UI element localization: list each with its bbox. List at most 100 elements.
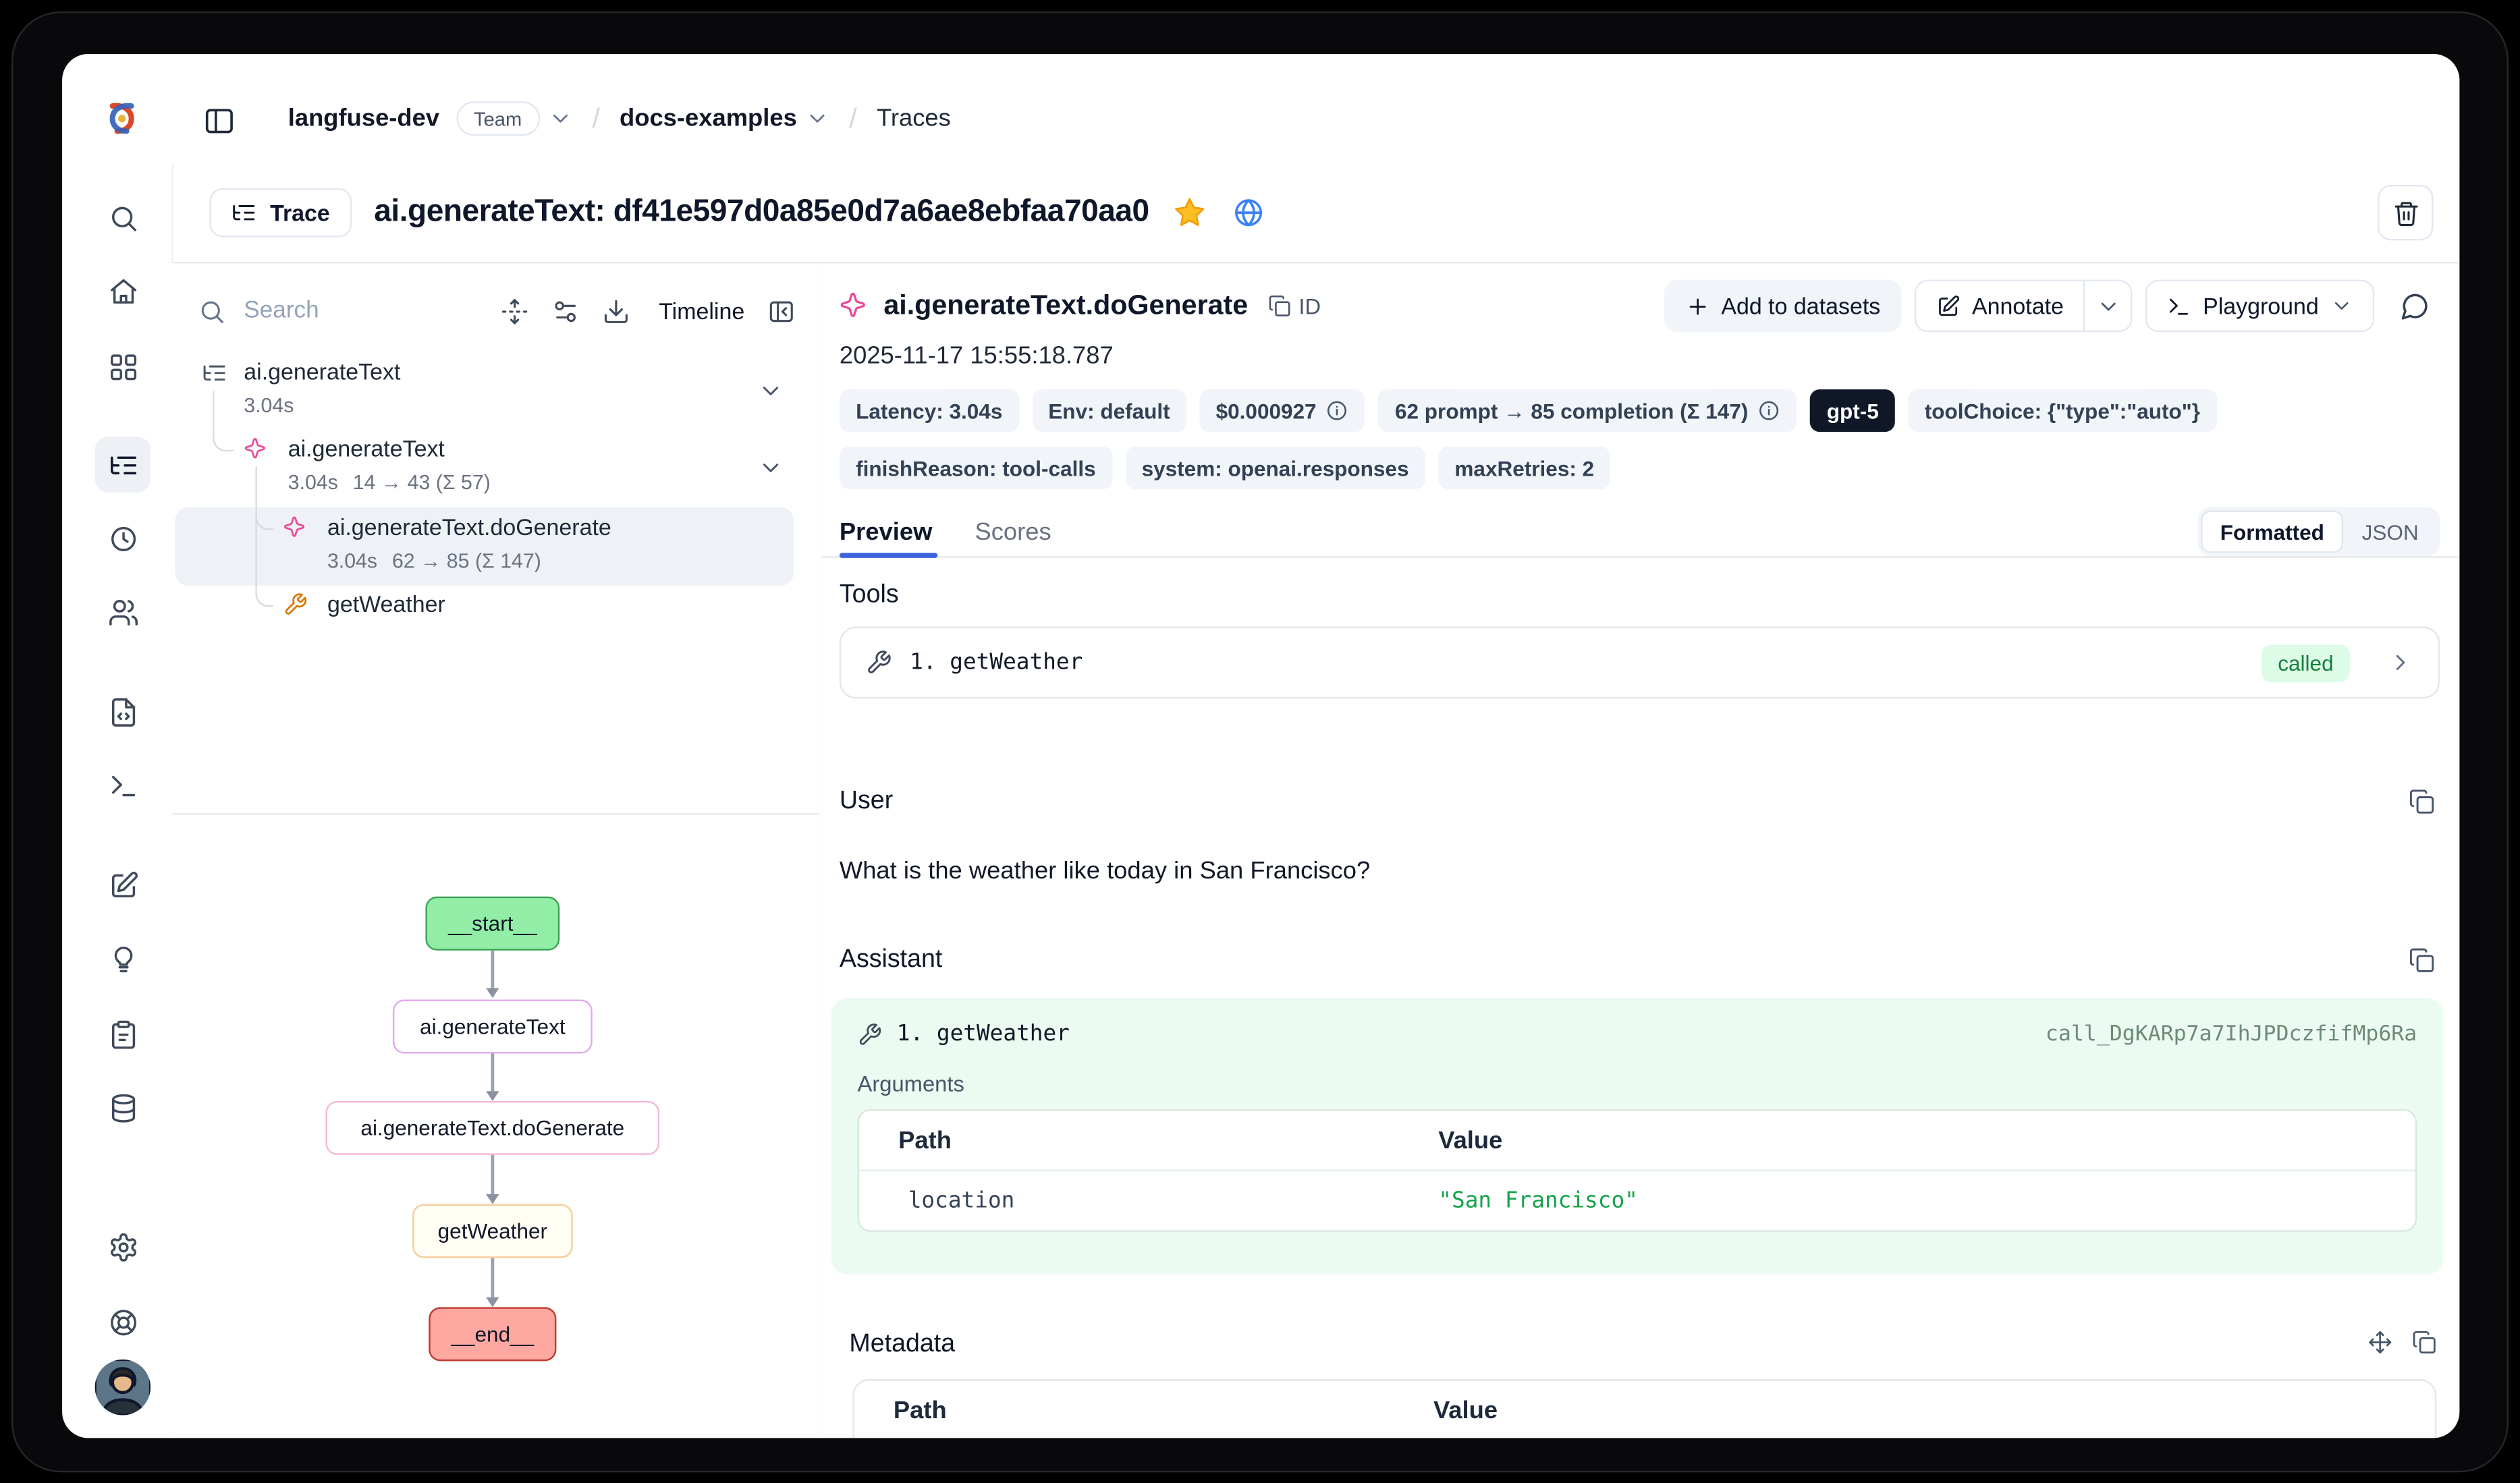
chat-bubble-icon <box>2398 290 2429 321</box>
screen: langfuse-dev Team / docs-examples / Trac… <box>0 0 2520 1483</box>
panel-close-icon <box>767 297 794 325</box>
tokens-badge: 62 prompt → 85 completion (Σ 147) <box>1379 389 1797 432</box>
tree-node-label[interactable]: ai.generateText <box>244 358 400 385</box>
tool-choice-badge: toolChoice: {"type":"auto"} <box>1908 389 2216 432</box>
add-to-datasets-button[interactable]: Add to datasets <box>1664 280 1901 333</box>
badge-row-1: Latency: 3.04s Env: default $0.000927 62… <box>840 389 2216 432</box>
delete-trace-button[interactable] <box>2378 185 2433 240</box>
graph-edge <box>491 1155 493 1194</box>
nav-dashboards-button[interactable] <box>95 339 150 394</box>
graph-node-get-weather[interactable]: getWeather <box>412 1204 573 1258</box>
observation-search-input[interactable] <box>240 296 482 326</box>
badge-row-2: finishReason: tool-calls system: openai.… <box>840 447 1611 489</box>
format-json-option[interactable]: JSON <box>2344 511 2436 553</box>
model-badge[interactable]: gpt-5 <box>1811 389 1896 432</box>
chevron-down-icon <box>758 378 784 404</box>
lightbulb-icon <box>107 943 138 974</box>
max-retries-badge: maxRetries: 2 <box>1438 447 1610 489</box>
format-formatted-option[interactable]: Formatted <box>2201 511 2344 553</box>
collapse-panel-button[interactable] <box>763 293 798 329</box>
graph-node-do-generate[interactable]: ai.generateText.doGenerate <box>326 1101 660 1155</box>
graph-node-generate-text[interactable]: ai.generateText <box>393 999 593 1053</box>
comments-button[interactable] <box>2388 280 2440 333</box>
chevron-down-icon[interactable] <box>805 107 829 131</box>
nav-support-button[interactable] <box>95 1294 150 1349</box>
list-tree-icon <box>107 449 138 480</box>
copy-metadata-button[interactable] <box>2412 1330 2436 1354</box>
nav-tracing-button[interactable] <box>95 437 150 492</box>
tool-wrench-icon <box>283 592 307 617</box>
assistant-tool-call-card: 1. getWeather call_DgKARp7a7IhJPDczfifMp… <box>831 998 2443 1275</box>
nav-users-button[interactable] <box>95 584 150 640</box>
langfuse-logo-icon[interactable] <box>100 96 144 140</box>
nav-datasets-button[interactable] <box>95 1080 150 1135</box>
copy-id-button[interactable]: ID <box>1267 293 1321 318</box>
public-globe-button[interactable] <box>1231 195 1267 231</box>
nav-settings-button[interactable] <box>95 1219 150 1274</box>
nav-home-button[interactable] <box>95 263 150 318</box>
collapse-node-button[interactable] <box>756 376 786 406</box>
collapse-node-button[interactable] <box>756 453 786 483</box>
breadcrumb-project[interactable]: langfuse-dev <box>288 105 439 132</box>
nav-annotation-queues-button[interactable] <box>95 1006 150 1061</box>
graph-node-end[interactable]: __end__ <box>429 1307 556 1361</box>
tree-node-label-selected[interactable]: ai.generateText.doGenerate <box>327 513 611 540</box>
tree-node-label[interactable]: getWeather <box>327 590 445 617</box>
column-path: Path <box>859 1126 1399 1154</box>
bookmark-star-button[interactable] <box>1172 195 1208 231</box>
generation-sparkle-icon <box>840 291 869 321</box>
panel-left-icon <box>203 105 236 137</box>
expand-all-button[interactable] <box>497 293 532 329</box>
tool-definition-card[interactable]: 1. getWeather called <box>840 627 2440 699</box>
tab-preview[interactable]: Preview <box>840 517 933 545</box>
sidebar-toggle-button[interactable] <box>196 98 242 144</box>
graph-node-start[interactable]: __start__ <box>425 897 559 951</box>
terminal-icon <box>107 770 138 801</box>
chevron-down-icon <box>2330 294 2353 317</box>
annotate-button[interactable]: Annotate <box>1917 281 2083 331</box>
annotate-dropdown-button[interactable] <box>2085 281 2131 331</box>
tab-scores[interactable]: Scores <box>975 517 1051 545</box>
avatar-photo <box>95 1360 150 1415</box>
timeline-toggle[interactable]: Timeline <box>659 298 744 324</box>
copy-user-button[interactable] <box>2407 787 2437 816</box>
tree-node-meta: 3.04s <box>244 394 294 417</box>
metadata-heading: Metadata <box>849 1330 955 1360</box>
nav-prompts-button[interactable] <box>95 684 150 739</box>
info-icon[interactable] <box>1758 399 1781 422</box>
nav-evaluation-button[interactable] <box>95 858 150 913</box>
chevron-right-icon[interactable] <box>2388 650 2414 676</box>
chevron-down-icon <box>758 455 784 481</box>
trash-icon <box>2392 199 2419 227</box>
tool-call-header: 1. getWeather call_DgKARp7a7IhJPDczfifMp… <box>858 1021 2417 1047</box>
info-icon[interactable] <box>1326 399 1349 422</box>
nav-sessions-button[interactable] <box>95 511 150 566</box>
assistant-heading: Assistant <box>840 945 942 975</box>
tree-toolbar: Timeline <box>172 281 822 340</box>
view-settings-button[interactable] <box>547 293 583 329</box>
search-icon <box>198 297 225 325</box>
observation-detail-panel: ai.generateText.doGenerate ID Add to dat… <box>821 263 2459 1438</box>
generation-sparkle-icon <box>283 515 307 540</box>
playground-button[interactable]: Playground <box>2145 280 2374 333</box>
tree-connector <box>213 391 234 452</box>
detail-tabs: Preview Scores <box>840 511 1051 553</box>
copy-icon <box>1267 294 1290 317</box>
tree-node-label[interactable]: ai.generateText <box>288 435 445 461</box>
breadcrumb-page[interactable]: Traces <box>877 105 951 132</box>
download-button[interactable] <box>598 293 634 329</box>
pen-square-icon <box>1936 293 1961 318</box>
nav-playground-button[interactable] <box>95 758 150 813</box>
chevron-down-icon[interactable] <box>548 107 572 131</box>
copy-assistant-button[interactable] <box>2407 945 2437 975</box>
active-tab-indicator <box>840 553 937 558</box>
expand-metadata-button[interactable] <box>2368 1330 2392 1354</box>
user-avatar[interactable] <box>95 1360 150 1415</box>
detail-actions: Add to datasets Annotate Playground <box>1664 280 2440 333</box>
clipboard-icon <box>107 1018 138 1049</box>
breadcrumb-separator: / <box>592 103 599 135</box>
observation-title: ai.generateText.doGenerate <box>883 289 1248 322</box>
breadcrumb-environment[interactable]: docs-examples <box>620 105 797 132</box>
nav-llm-judge-button[interactable] <box>95 931 150 986</box>
nav-search-button[interactable] <box>95 190 150 245</box>
